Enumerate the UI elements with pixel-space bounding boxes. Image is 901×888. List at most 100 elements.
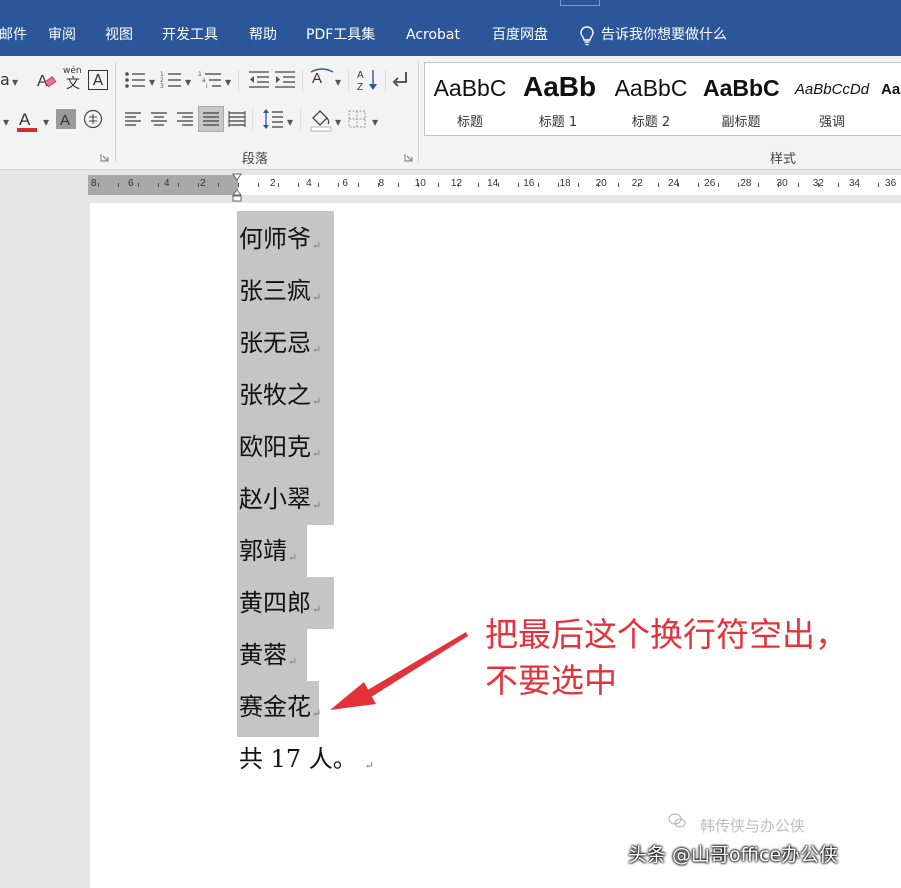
ruler-number: 12 bbox=[450, 178, 463, 189]
lightbulb-icon[interactable] bbox=[580, 26, 594, 46]
style-heading-2[interactable]: AaBbC 标题 2 bbox=[605, 63, 697, 135]
style-next[interactable]: Aa bbox=[879, 63, 901, 135]
ruler-tick bbox=[138, 183, 139, 187]
tell-me-search[interactable]: 告诉我你想要做什么 bbox=[601, 25, 727, 45]
ruler-tick bbox=[358, 183, 359, 187]
style-title[interactable]: AaBbC 标题 bbox=[425, 63, 515, 135]
chevron-down-icon[interactable]: ▼ bbox=[335, 118, 341, 127]
doc-paragraph[interactable]: 黄蓉↵ bbox=[239, 629, 297, 681]
align-left-icon[interactable] bbox=[124, 110, 142, 128]
chevron-down-icon[interactable]: ▼ bbox=[149, 78, 155, 87]
ruler-number: 18 bbox=[559, 178, 571, 189]
style-emphasis[interactable]: AaBbCcDd 强调 bbox=[789, 63, 875, 135]
paragraph-text: 何师爷 bbox=[239, 225, 311, 253]
character-border-button[interactable]: A bbox=[88, 70, 108, 90]
font-color-icon[interactable]: A bbox=[16, 108, 38, 134]
style-heading-1[interactable]: AaBb 标题 1 bbox=[515, 63, 601, 135]
style-subtitle[interactable]: AaBbC 副标题 bbox=[697, 63, 785, 135]
menu-view[interactable]: 视图 bbox=[105, 25, 133, 45]
svg-text:A: A bbox=[357, 70, 364, 81]
doc-paragraph[interactable]: 赵小翠↵ bbox=[239, 473, 321, 525]
menu-mailings[interactable]: 邮件 bbox=[0, 25, 27, 45]
menu-pdf-tools[interactable]: PDF工具集 bbox=[306, 25, 375, 45]
ruler-tick bbox=[218, 183, 219, 187]
divider bbox=[238, 70, 239, 92]
indent-marker-icon[interactable] bbox=[232, 170, 242, 202]
paragraph-mark: ↵ bbox=[312, 447, 322, 460]
ruler-tick bbox=[578, 183, 579, 187]
multilevel-list-icon[interactable]: 1ai bbox=[198, 70, 222, 90]
doc-paragraph[interactable]: 张牧之↵ bbox=[239, 369, 321, 421]
chevron-down-icon[interactable]: ▼ bbox=[287, 118, 293, 127]
phonetic-guide-button[interactable]: 文 bbox=[66, 76, 80, 92]
enclose-characters-icon[interactable] bbox=[83, 109, 103, 129]
increase-indent-icon[interactable] bbox=[274, 70, 296, 90]
chevron-down-icon[interactable]: ▼ bbox=[372, 118, 378, 127]
ruler-tick bbox=[878, 183, 879, 187]
menu-developer[interactable]: 开发工具 bbox=[162, 25, 218, 45]
ruler-tick bbox=[118, 183, 119, 187]
paragraph-mark: ↵ bbox=[312, 291, 322, 304]
paragraph-mark: ↵ bbox=[288, 655, 298, 668]
numbering-icon[interactable]: 123 bbox=[160, 70, 182, 90]
ruler-tick bbox=[98, 183, 99, 187]
paragraph-text: 欧阳克 bbox=[239, 433, 311, 461]
doc-paragraph[interactable]: 何师爷↵ bbox=[239, 213, 321, 265]
chevron-down-icon[interactable]: ▼ bbox=[185, 78, 191, 87]
font-dialog-launcher-icon[interactable] bbox=[100, 153, 109, 162]
paragraph-mark: ↵ bbox=[312, 603, 322, 616]
doc-paragraph[interactable]: 欧阳克↵ bbox=[239, 421, 321, 473]
shading-icon[interactable] bbox=[310, 108, 332, 132]
chevron-down-icon[interactable]: ▼ bbox=[3, 118, 9, 127]
svg-text:3: 3 bbox=[160, 83, 164, 90]
horizontal-ruler[interactable]: 8 6 4 2 24681012141618202224262830323436 bbox=[88, 175, 901, 195]
annotation-callout: 把最后这个换行符空出， 不要选中 bbox=[485, 612, 848, 704]
align-center-icon[interactable] bbox=[150, 110, 168, 128]
chevron-down-icon[interactable]: ▼ bbox=[225, 78, 231, 87]
menu-baidu-netdisk[interactable]: 百度网盘 bbox=[492, 25, 548, 45]
doc-paragraph[interactable]: 黄四郎↵ bbox=[239, 577, 321, 629]
menu-acrobat[interactable]: Acrobat bbox=[406, 25, 460, 45]
ruler-number: 36 bbox=[885, 178, 897, 189]
clear-formatting-icon[interactable]: A bbox=[36, 70, 58, 92]
decrease-indent-icon[interactable] bbox=[248, 70, 270, 90]
character-shading-icon[interactable]: A bbox=[56, 109, 76, 129]
ruler-number: 6 bbox=[128, 178, 134, 189]
ruler-tick bbox=[818, 183, 819, 187]
doc-paragraph[interactable]: 共 17 人。 ↵ bbox=[239, 733, 374, 785]
style-name: 标题 2 bbox=[631, 115, 671, 130]
bullets-icon[interactable] bbox=[124, 70, 146, 90]
menu-review[interactable]: 审阅 bbox=[48, 25, 76, 45]
paragraph-mark: ↵ bbox=[312, 395, 322, 408]
chevron-down-icon[interactable]: ▼ bbox=[335, 78, 341, 87]
paragraph-text: 共 17 人。 bbox=[239, 745, 357, 773]
text-direction-icon[interactable]: A bbox=[310, 68, 334, 90]
doc-paragraph[interactable]: 张无忌↵ bbox=[239, 317, 321, 369]
document-page[interactable] bbox=[90, 203, 901, 888]
paragraph-mark: ↵ bbox=[312, 239, 322, 252]
sort-icon[interactable]: A Z bbox=[356, 68, 378, 92]
chevron-down-icon[interactable]: ▼ bbox=[12, 78, 18, 87]
annotation-arrow-icon bbox=[330, 632, 468, 710]
show-hide-marks-icon[interactable] bbox=[392, 70, 410, 90]
chevron-down-icon[interactable]: ▼ bbox=[43, 118, 49, 127]
ruler-tick bbox=[658, 183, 659, 187]
change-case-button[interactable]: a bbox=[0, 70, 10, 90]
ruler-tick bbox=[798, 183, 799, 187]
borders-icon[interactable] bbox=[348, 110, 366, 128]
style-sample: Aa bbox=[881, 81, 901, 98]
divider bbox=[348, 70, 349, 92]
doc-paragraph[interactable]: 郭靖↵ bbox=[239, 525, 297, 577]
ruler-number: 8 bbox=[91, 178, 97, 189]
doc-paragraph[interactable]: 张三疯↵ bbox=[239, 265, 321, 317]
ruler-tick bbox=[778, 183, 779, 187]
doc-paragraph[interactable]: 赛金花↵ bbox=[239, 681, 321, 733]
line-spacing-icon[interactable] bbox=[262, 108, 284, 130]
justify-button-active[interactable] bbox=[198, 106, 224, 132]
paragraph-group-label: 段落 bbox=[242, 152, 269, 167]
distributed-icon[interactable] bbox=[228, 110, 246, 128]
paragraph-dialog-launcher-icon[interactable] bbox=[404, 153, 413, 162]
align-right-icon[interactable] bbox=[176, 110, 194, 128]
paragraph-text: 赵小翠 bbox=[239, 485, 311, 513]
menu-help[interactable]: 帮助 bbox=[249, 25, 277, 45]
